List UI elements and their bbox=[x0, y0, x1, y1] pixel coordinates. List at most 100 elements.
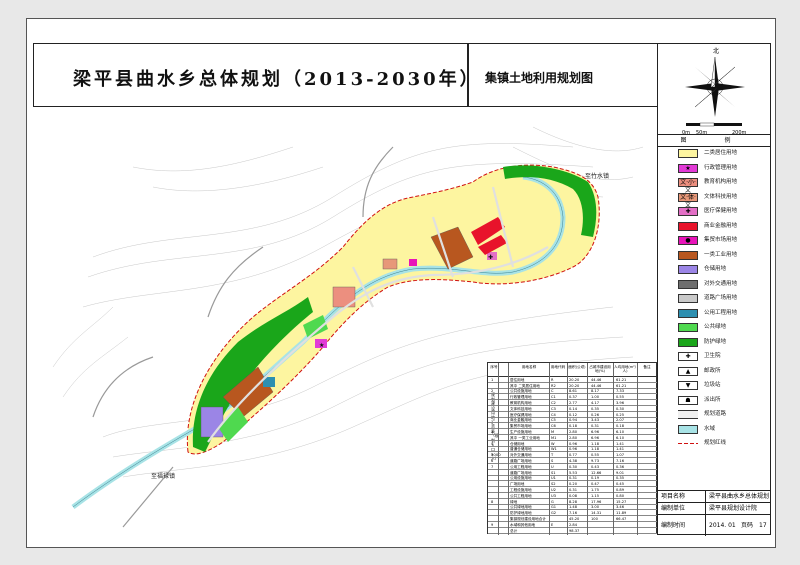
table-cell: 2 bbox=[491, 389, 494, 394]
title-bar: 梁平县曲水乡总体规划（2013-2030年） 集镇土地利用规划图 bbox=[33, 43, 657, 107]
table-cell: 2.80 bbox=[569, 435, 578, 440]
table-cell: 11.89 bbox=[616, 511, 627, 516]
table-cell: 1.00 bbox=[591, 395, 600, 400]
project-value: 梁平县曲水乡总体规划 bbox=[709, 493, 770, 500]
th-note: 备注 bbox=[643, 365, 651, 369]
table-cell: 总计 bbox=[510, 528, 518, 533]
page-value: 17 bbox=[759, 522, 767, 529]
town-label-northeast: 至竹水镇 bbox=[585, 173, 610, 180]
table-cell: 7.16 bbox=[616, 458, 625, 463]
table-cell: U2 bbox=[551, 487, 556, 492]
map-sheet: 梁平县曲水乡总体规划（2013-2030年） 集镇土地利用规划图 ★ ✚ 至竹水… bbox=[26, 18, 776, 548]
legend-label: 商业金融用地 bbox=[704, 222, 738, 229]
legend-swatch bbox=[678, 337, 698, 347]
legend-label: 文体科技用地 bbox=[704, 193, 738, 200]
table-cell: R bbox=[551, 377, 554, 382]
table-cell: 0.77 bbox=[569, 453, 578, 458]
table-cell: W bbox=[551, 441, 555, 446]
table-cell: 0.96 bbox=[569, 441, 578, 446]
legend-swatch: ★ bbox=[678, 163, 698, 173]
table-cell: 7.33 bbox=[616, 389, 625, 394]
side-panel: 北 0m 50m 200m 图 例 二类居住用地 ★ 行政管理用地 文·小·文 … bbox=[657, 43, 771, 535]
warehouse-zone bbox=[200, 406, 224, 438]
table-cell: 61.21 bbox=[616, 377, 627, 382]
legend-swatch bbox=[678, 279, 698, 289]
legend-item: 文·体·文 文体科技用地 bbox=[658, 191, 771, 209]
table-cell: G bbox=[551, 499, 554, 504]
table-cell: 0.25 bbox=[616, 412, 625, 417]
legend-label: 教育机构用地 bbox=[704, 179, 738, 185]
table-cell: 14.31 bbox=[591, 511, 602, 516]
legend-swatch bbox=[678, 294, 698, 303]
legend-item: ☗ 派出所 bbox=[658, 394, 771, 408]
table-cell: 6 bbox=[491, 458, 494, 463]
table-cell: 0.30 bbox=[569, 464, 578, 469]
table-cell: 0.31 bbox=[569, 487, 578, 492]
legend-item: ▼ 垃圾站 bbox=[658, 379, 771, 393]
legend-swatch: 文·小·文 bbox=[678, 178, 698, 194]
legend-swatch: ● bbox=[678, 236, 698, 245]
table-cell: 0.55 bbox=[591, 453, 600, 458]
table-cell: U1 bbox=[551, 476, 556, 481]
unit-row: 编制单位 梁平县规划设计院 bbox=[657, 502, 771, 515]
table-cell: C4 bbox=[551, 412, 556, 417]
table-cell: 0.37 bbox=[569, 395, 578, 400]
table-cell: 0.20 bbox=[569, 482, 578, 487]
legend-item: 一类工业用地 bbox=[658, 249, 771, 263]
table-cell: 0.35 bbox=[591, 406, 600, 411]
legend-label: 防护绿地 bbox=[704, 338, 727, 345]
table-cell: U bbox=[551, 464, 554, 469]
legend-item: 防护绿地 bbox=[658, 336, 771, 350]
table-cell: 45.20 bbox=[569, 516, 580, 521]
table-cell: C3 bbox=[551, 406, 556, 411]
legend-label: 卫生院 bbox=[704, 353, 721, 359]
page-label: 页码 bbox=[741, 522, 754, 529]
legend-swatch: 文·体·文 bbox=[678, 192, 698, 209]
legend-item: ● 集贸市场用地 bbox=[658, 234, 771, 248]
table-cell: 4 bbox=[491, 441, 494, 446]
legend-label: 规划道路 bbox=[704, 411, 727, 417]
market-zone bbox=[409, 259, 417, 266]
legend-swatch bbox=[678, 250, 698, 260]
legend-item: ★ 行政管理用地 bbox=[658, 162, 771, 176]
table-cell: 7.16 bbox=[569, 511, 578, 516]
legend-item: 规划道路 bbox=[658, 408, 771, 422]
table-cell: 1.18 bbox=[591, 441, 600, 446]
table-cell: 3.46 bbox=[616, 505, 625, 510]
table-cell: 98.37 bbox=[569, 528, 580, 533]
table-cell: E bbox=[551, 522, 554, 527]
project-label: 项目名称 bbox=[661, 493, 686, 500]
table-cell: 6.10 bbox=[616, 435, 625, 440]
table-cell: U3 bbox=[551, 493, 556, 498]
legend-item: 公共绿地 bbox=[658, 321, 771, 335]
table-cell: 1.18 bbox=[591, 447, 600, 452]
legend-label: 二类居住用地 bbox=[704, 150, 738, 156]
plan-title: 梁平县曲水乡总体规划（2013-2030年） bbox=[73, 69, 481, 90]
table-cell: 0.55 bbox=[616, 395, 625, 400]
table-cell: 100 bbox=[591, 516, 598, 521]
table-cell: 1.41 bbox=[616, 441, 625, 446]
table-cell: 3.00 bbox=[591, 505, 600, 510]
table-cell: C6 bbox=[551, 424, 556, 429]
table-cell: 0.45 bbox=[616, 482, 625, 487]
th-name: 用地名称 bbox=[521, 365, 537, 369]
table-cell: C2 bbox=[551, 400, 556, 405]
table-cell: 0.35 bbox=[616, 476, 625, 481]
time-row: 编制时间 2014. 01 页码 17 bbox=[657, 514, 771, 536]
table-header: 序号 用地名称 用地代码 面积(公顷) 占城市建设用地(%) 人均用地(m²/人… bbox=[488, 363, 658, 377]
th-area: 面积(公顷) bbox=[568, 365, 586, 369]
legend-item: 二类居住用地 bbox=[658, 147, 771, 161]
table-cell: 9.01 bbox=[616, 470, 625, 475]
table-cell: 8.17 bbox=[591, 389, 600, 394]
table-cell: 0.36 bbox=[616, 464, 625, 469]
table-cell: 5 bbox=[491, 453, 494, 458]
legend-swatch bbox=[678, 221, 698, 231]
unit-label: 编制单位 bbox=[661, 505, 686, 512]
table-cell: 3 bbox=[491, 429, 494, 434]
table-cell: 0.31 bbox=[591, 424, 600, 429]
table-cell: 1.15 bbox=[591, 493, 600, 498]
legend-label: 派出所 bbox=[704, 396, 721, 403]
table-cell: 44.46 bbox=[591, 377, 602, 382]
table-cell: 0.14 bbox=[569, 406, 578, 411]
legend-label: 对外交通用地 bbox=[704, 280, 738, 287]
